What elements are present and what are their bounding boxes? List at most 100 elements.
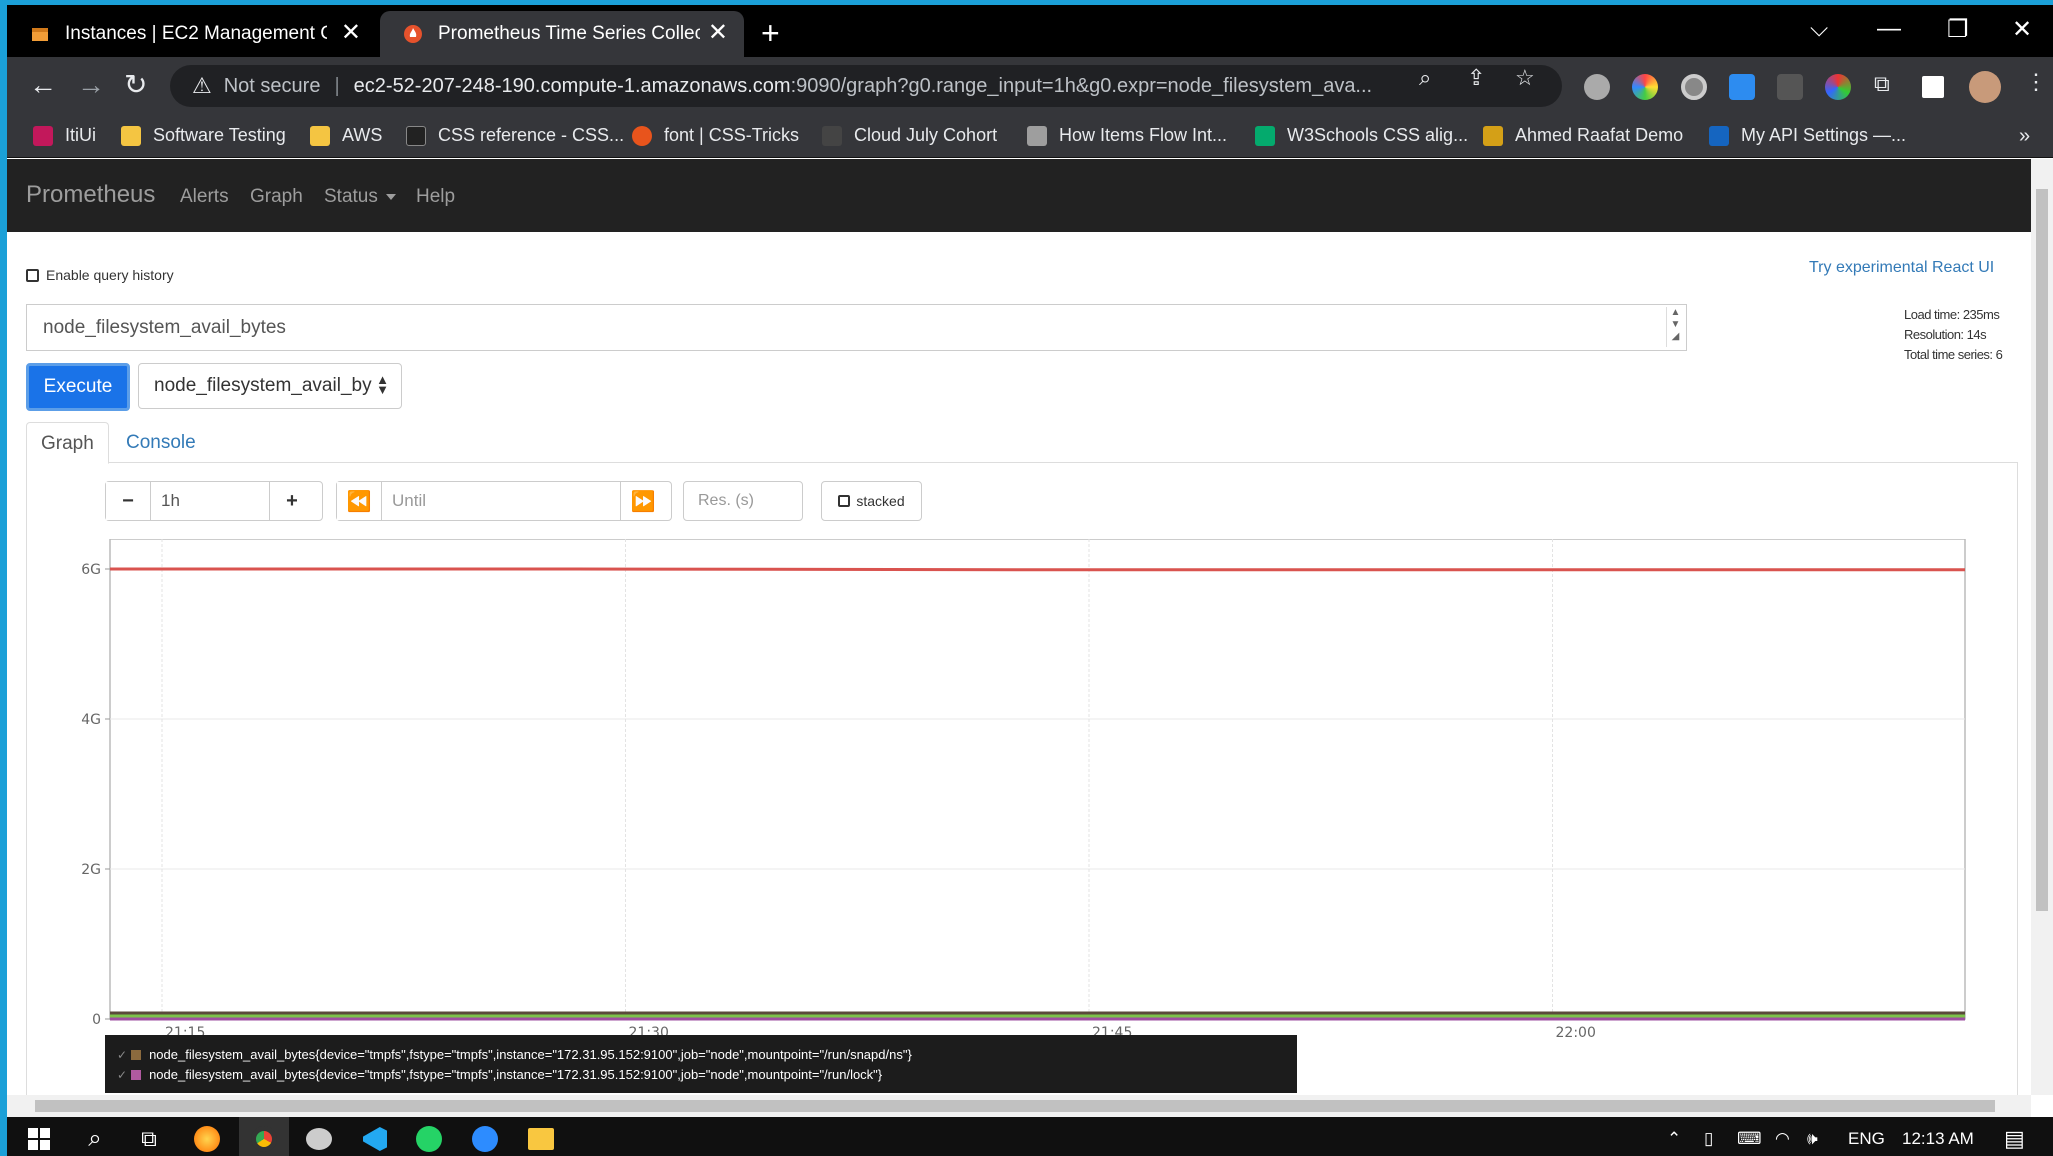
share-icon[interactable]: ⇪: [1467, 65, 1485, 91]
task-view-icon[interactable]: ⧉: [127, 1117, 171, 1156]
until-input[interactable]: Until: [381, 482, 621, 520]
bookmark-folder[interactable]: AWS: [310, 125, 382, 146]
code-extension-icon[interactable]: [1777, 74, 1803, 100]
window-close-icon[interactable]: ✕: [2012, 15, 2032, 44]
expression-input[interactable]: node_filesystem_avail_bytes ▲ ▼ ◢: [26, 304, 1687, 351]
graph-console-tabs: Graph Console: [26, 422, 2018, 464]
fast-forward-icon[interactable]: ⏩: [621, 482, 665, 520]
react-ui-link[interactable]: Try experimental React UI: [1809, 259, 1994, 277]
language-indicator[interactable]: ENG: [1848, 1129, 1885, 1149]
x-tick-label: 22:00: [1556, 1025, 1596, 1041]
vertical-scrollbar[interactable]: [2031, 159, 2053, 1095]
tab-search-chevron-icon[interactable]: ⌵: [1810, 15, 1828, 43]
whatsapp-icon[interactable]: [407, 1117, 451, 1156]
react-extension-icon[interactable]: [1584, 74, 1610, 100]
bookmark-item[interactable]: Cloud July Cohort: [822, 125, 997, 146]
nav-graph[interactable]: Graph: [250, 186, 303, 208]
reload-icon[interactable]: ↻: [124, 70, 147, 100]
url-host: ec2-52-207-248-190.compute-1.amazonaws.c…: [353, 74, 791, 97]
nav-status[interactable]: Status: [324, 186, 396, 208]
windows-start-icon[interactable]: [17, 1117, 61, 1156]
firefox-icon[interactable]: [185, 1117, 229, 1156]
close-icon[interactable]: ✕: [708, 19, 728, 47]
stacked-toggle[interactable]: stacked: [821, 481, 922, 521]
volume-icon[interactable]: 🕪: [1807, 1129, 1818, 1149]
legend-label: node_filesystem_avail_bytes{device="tmpf…: [149, 1047, 912, 1062]
nav-help[interactable]: Help: [416, 186, 455, 208]
bookmark-label: Software Testing: [153, 125, 286, 145]
range-input[interactable]: 1h: [150, 482, 270, 520]
load-time: Load time: 235ms: [1904, 307, 2000, 322]
app-icon[interactable]: [297, 1117, 341, 1156]
resolution-input[interactable]: Res. (s): [683, 481, 803, 521]
metric-select[interactable]: node_filesystem_avail_by ▲ ▼: [138, 363, 402, 409]
increase-range-button[interactable]: +: [270, 482, 314, 520]
enable-query-history[interactable]: Enable query history: [26, 267, 174, 283]
url-path: :9090/graph?g0.range_input=1h&g0.expr=no…: [790, 74, 1373, 97]
y-tick-label: 2G: [81, 862, 101, 878]
resolution: Resolution: 14s: [1904, 327, 1987, 342]
chrome-icon[interactable]: [239, 1117, 289, 1156]
profile-avatar[interactable]: [1969, 71, 2001, 103]
query-stats: Load time: 235ms Resolution: 14s Total t…: [1904, 305, 2003, 365]
tab-console[interactable]: Console: [112, 422, 210, 464]
legend-item[interactable]: ✓ node_filesystem_avail_bytes{device="tm…: [117, 1045, 1297, 1065]
y-tick-label: 6G: [81, 562, 101, 578]
sidepanel-icon[interactable]: [1922, 76, 1944, 98]
search-icon[interactable]: ⌕: [73, 1117, 117, 1156]
browser-tab-prometheus[interactable]: Prometheus Time Series Collecti ✕: [380, 11, 744, 57]
execute-button[interactable]: Execute: [26, 363, 130, 411]
clock[interactable]: 12:13 AM: [1902, 1129, 1974, 1149]
enable-history-label: Enable query history: [46, 267, 174, 283]
close-icon[interactable]: ✕: [341, 19, 361, 47]
browser-tab-ec2[interactable]: Instances | EC2 Management Con ✕: [7, 11, 377, 57]
more-bookmarks-icon[interactable]: »: [2019, 125, 2030, 148]
bookmark-label: ItiUi: [65, 125, 96, 145]
bookmark-item[interactable]: font | CSS-Tricks: [632, 125, 799, 146]
bookmark-item[interactable]: How Items Flow Int...: [1027, 125, 1227, 146]
zoom-icon[interactable]: ⌕: [1419, 65, 1431, 91]
tray-expand-icon[interactable]: ⌃: [1667, 1129, 1681, 1149]
menu-dots-icon[interactable]: ⋮: [2025, 69, 2047, 95]
bookmark-item[interactable]: ItiUi: [33, 125, 96, 146]
horizontal-scrollbar[interactable]: [7, 1095, 2031, 1117]
restore-icon[interactable]: ❐: [1947, 15, 1969, 44]
bookmark-item[interactable]: My API Settings —...: [1709, 125, 1906, 146]
file-explorer-icon[interactable]: [519, 1117, 563, 1156]
puzzle-extensions-icon[interactable]: ⧉: [1874, 71, 1890, 97]
legend-item[interactable]: ✓ node_filesystem_avail_bytes{device="tm…: [117, 1065, 1297, 1085]
new-tab-icon[interactable]: +: [761, 15, 780, 52]
bookmark-item[interactable]: W3Schools CSS alig...: [1255, 125, 1468, 146]
scroll-thumb[interactable]: [2036, 189, 2048, 911]
target-extension-icon[interactable]: [1681, 74, 1707, 100]
color-extension-icon[interactable]: [1825, 74, 1851, 100]
wifi-icon[interactable]: ◠: [1775, 1129, 1790, 1149]
fi-extension-icon[interactable]: [1729, 74, 1755, 100]
minimize-icon[interactable]: —: [1877, 15, 1901, 43]
bookmark-label: W3Schools CSS alig...: [1287, 125, 1469, 145]
back-arrow-icon[interactable]: ←: [29, 70, 57, 100]
series-line: [110, 567, 1965, 572]
usb-icon[interactable]: ▯: [1704, 1129, 1713, 1149]
bookmark-folder[interactable]: Software Testing: [121, 125, 286, 146]
bookmark-star-icon[interactable]: ☆: [1515, 65, 1535, 91]
address-bar[interactable]: ⚠ Not secure | ec2-52-207-248-190.comput…: [170, 65, 1562, 107]
legend: ✓ node_filesystem_avail_bytes{device="tm…: [105, 1035, 1297, 1093]
rewind-icon[interactable]: ⏪: [337, 482, 381, 520]
checkbox[interactable]: [26, 268, 39, 282]
zoom-icon[interactable]: [463, 1117, 507, 1156]
bookmark-item[interactable]: CSS reference - CSS...: [406, 125, 624, 146]
decrease-range-button[interactable]: −: [106, 482, 150, 520]
notifications-icon[interactable]: ▤: [2004, 1126, 2025, 1152]
forward-arrow-icon[interactable]: →: [77, 70, 105, 100]
nav-alerts[interactable]: Alerts: [180, 186, 229, 208]
bookmark-item[interactable]: Ahmed Raafat Demo: [1483, 125, 1683, 146]
brand-link[interactable]: Prometheus: [26, 181, 155, 209]
aws-box-icon: [29, 23, 51, 45]
colorzilla-extension-icon[interactable]: [1632, 74, 1658, 100]
tab-graph[interactable]: Graph: [26, 422, 109, 464]
resize-handle-icon[interactable]: ▲ ▼ ◢: [1666, 307, 1684, 347]
input-method-icon[interactable]: ⌨: [1737, 1129, 1762, 1149]
scroll-thumb[interactable]: [35, 1100, 1995, 1112]
vscode-icon[interactable]: [353, 1117, 397, 1156]
